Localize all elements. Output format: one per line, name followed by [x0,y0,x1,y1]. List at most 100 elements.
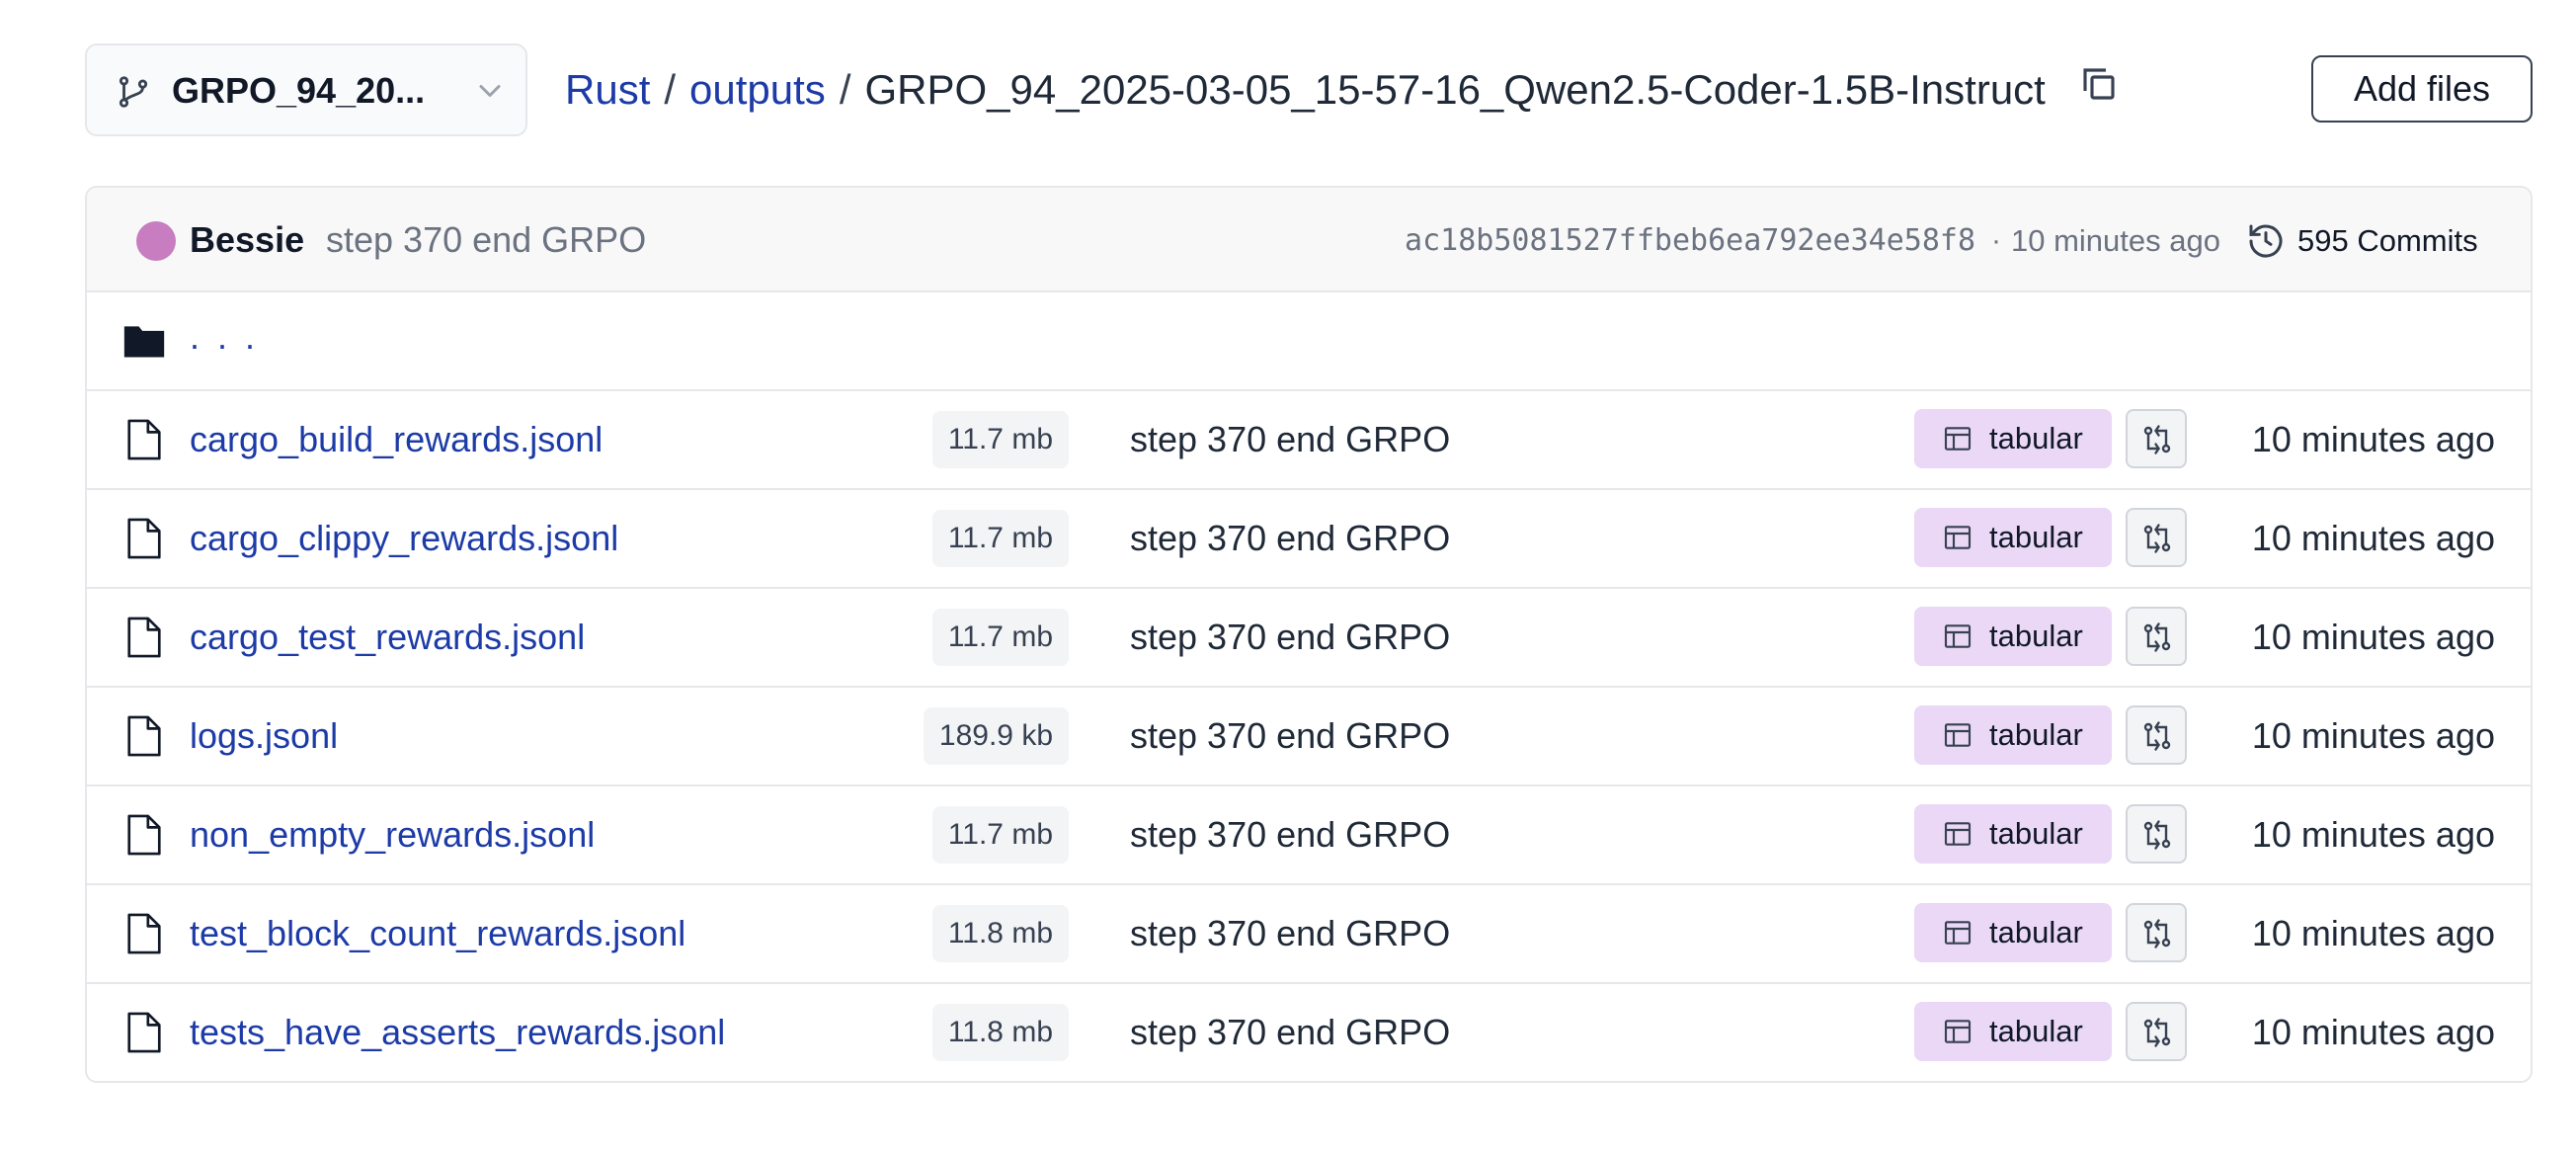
file-icon [127,1012,161,1053]
compare-button[interactable] [2126,705,2187,765]
file-size-badge: 11.7 mb [931,510,1069,567]
commit-time: 10 minutes ago [2011,223,2220,258]
breadcrumb-link-rust[interactable]: Rust [565,43,650,136]
commits-count-link[interactable]: 595 Commits [2297,217,2478,265]
file-name-link[interactable]: cargo_test_rewards.jsonl [190,613,585,662]
git-compare-icon [2143,721,2171,751]
file-icon [127,913,161,954]
tabular-viewer-badge[interactable]: tabular [1914,705,2112,765]
compare-button[interactable] [2126,1002,2187,1061]
file-size-badge: 11.7 mb [931,411,1069,468]
file-icon [127,617,161,658]
file-row: non_empty_rewards.jsonl 11.7 mb step 370… [87,786,2531,885]
parent-directory-row[interactable]: . . . [87,292,2531,391]
file-time: 10 minutes ago [2251,913,2495,953]
table-icon [1944,1020,1972,1043]
file-time: 10 minutes ago [2251,814,2495,855]
tabular-viewer-badge[interactable]: tabular [1914,409,2112,468]
tabular-label: tabular [1989,1014,2083,1048]
top-bar: GRPO_94_20... Rust / outputs / GRPO_94_2… [0,0,2576,178]
history-icon [2249,224,2283,258]
file-row: cargo_clippy_rewards.jsonl 11.7 mb step … [87,490,2531,589]
latest-commit-bar: Bessie step 370 end GRPO ac18b5081527ffb… [87,188,2531,292]
git-compare-icon [2143,622,2171,652]
file-time: 10 minutes ago [2251,1012,2495,1052]
file-name-link[interactable]: non_empty_rewards.jsonl [190,810,595,860]
file-name-link[interactable]: cargo_build_rewards.jsonl [190,415,603,464]
file-commit-message[interactable]: step 370 end GRPO [1130,711,1450,761]
file-row: cargo_build_rewards.jsonl 11.7 mb step 3… [87,391,2531,490]
file-time: 10 minutes ago [2251,518,2495,558]
breadcrumb-separator: / [664,66,677,113]
file-icon [127,419,161,460]
file-time: 10 minutes ago [2251,419,2495,459]
git-compare-icon [2143,820,2171,850]
table-icon [1944,921,1972,945]
table-icon [1944,427,1972,451]
file-commit-message[interactable]: step 370 end GRPO [1130,909,1450,958]
file-commit-message[interactable]: step 370 end GRPO [1130,810,1450,860]
breadcrumb-current: GRPO_94_2025-03-05_15-57-16_Qwen2.5-Code… [864,66,2046,113]
git-compare-icon [2143,425,2171,454]
file-row: test_block_count_rewards.jsonl 11.8 mb s… [87,885,2531,984]
table-icon [1944,723,1972,747]
parent-directory-link[interactable]: . . . [190,312,259,362]
tabular-viewer-badge[interactable]: tabular [1914,903,2112,962]
commit-author[interactable]: Bessie [190,215,304,265]
file-commit-message[interactable]: step 370 end GRPO [1130,514,1450,563]
branch-selector[interactable]: GRPO_94_20... [85,43,527,136]
copy-icon[interactable] [2078,63,2120,105]
file-icon [127,814,161,856]
file-size-badge: 11.7 mb [931,806,1069,864]
file-name-link[interactable]: tests_have_asserts_rewards.jsonl [190,1008,725,1057]
branch-name: GRPO_94_20... [172,70,426,111]
commit-hash[interactable]: ac18b5081527ffbeb6ea792ee34e58f8 [1405,219,1975,263]
breadcrumb-separator: / [839,66,851,113]
table-icon [1944,526,1972,549]
tabular-label: tabular [1989,915,2083,950]
tabular-label: tabular [1989,520,2083,554]
file-icon [127,518,161,559]
compare-button[interactable] [2126,508,2187,567]
table-icon [1944,624,1972,648]
file-name-link[interactable]: cargo_clippy_rewards.jsonl [190,514,618,563]
file-time: 10 minutes ago [2251,617,2495,657]
file-row: logs.jsonl 189.9 kb step 370 end GRPO ta… [87,688,2531,786]
add-files-button[interactable]: Add files [2311,55,2533,123]
folder-icon [123,326,165,358]
compare-button[interactable] [2126,409,2187,468]
breadcrumb-link-outputs[interactable]: outputs [689,43,826,136]
tabular-label: tabular [1989,816,2083,851]
separator-dot: · [1991,224,2001,257]
file-row: cargo_test_rewards.jsonl 11.7 mb step 37… [87,589,2531,688]
file-size-badge: 11.8 mb [931,1004,1069,1061]
table-icon [1944,822,1972,846]
commit-message[interactable]: step 370 end GRPO [326,215,646,265]
file-commit-message[interactable]: step 370 end GRPO [1130,1008,1450,1057]
chevron-down-icon [479,85,501,97]
file-size-badge: 11.7 mb [931,609,1069,666]
git-compare-icon [2143,1018,2171,1047]
file-browser: Bessie step 370 end GRPO ac18b5081527ffb… [85,186,2533,1083]
avatar[interactable] [136,221,176,261]
git-branch-icon [119,76,148,108]
tabular-label: tabular [1989,421,2083,455]
compare-button[interactable] [2126,607,2187,666]
compare-button[interactable] [2126,903,2187,962]
file-name-link[interactable]: logs.jsonl [190,711,338,761]
file-size-badge: 189.9 kb [923,707,1069,765]
file-commit-message[interactable]: step 370 end GRPO [1130,415,1450,464]
git-compare-icon [2143,919,2171,949]
file-time: 10 minutes ago [2251,715,2495,756]
tabular-viewer-badge[interactable]: tabular [1914,1002,2112,1061]
tabular-label: tabular [1989,717,2083,752]
file-commit-message[interactable]: step 370 end GRPO [1130,613,1450,662]
tabular-viewer-badge[interactable]: tabular [1914,804,2112,864]
git-compare-icon [2143,524,2171,553]
tabular-viewer-badge[interactable]: tabular [1914,508,2112,567]
compare-button[interactable] [2126,804,2187,864]
file-name-link[interactable]: test_block_count_rewards.jsonl [190,909,685,958]
file-icon [127,715,161,757]
file-row: tests_have_asserts_rewards.jsonl 11.8 mb… [87,984,2531,1081]
tabular-viewer-badge[interactable]: tabular [1914,607,2112,666]
